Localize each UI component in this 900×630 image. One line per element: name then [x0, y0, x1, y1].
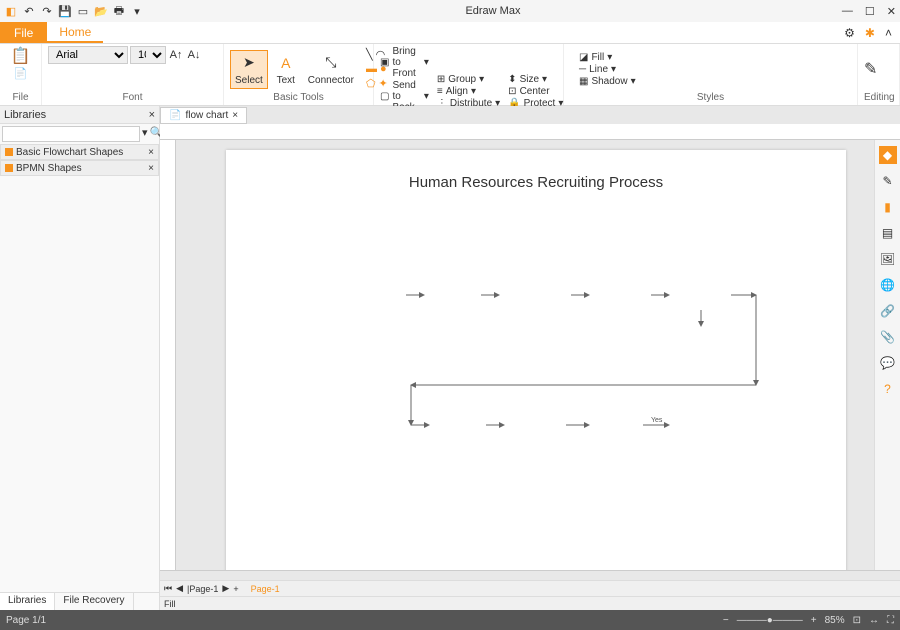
tool-help-icon[interactable]: ?: [879, 380, 897, 398]
page-label[interactable]: |Page-1: [187, 584, 218, 594]
page-prev-icon[interactable]: ◀: [176, 583, 183, 594]
fill-label: Fill: [164, 599, 176, 609]
lib-tab-recovery[interactable]: File Recovery: [55, 593, 133, 610]
view-width-icon[interactable]: ↔: [869, 615, 879, 626]
diagram-title: Human Resources Recruiting Process: [226, 150, 846, 191]
lib-category-basic[interactable]: Basic Flowchart Shapes×: [0, 144, 159, 160]
canvas[interactable]: Human Resources Recruiting Process: [176, 140, 874, 570]
align[interactable]: ≡ Align ▾: [437, 86, 500, 97]
lib-search-input[interactable]: [2, 126, 140, 142]
status-page: Page 1/1: [6, 615, 46, 626]
connector-tool[interactable]: ⤡Connector: [304, 51, 358, 88]
document-tab[interactable]: 📄 flow chart ×: [160, 107, 247, 124]
undo-icon[interactable]: ↶: [22, 4, 36, 18]
line-shape-icon[interactable]: ╲: [366, 48, 373, 61]
page-first-icon[interactable]: ⏮: [164, 583, 172, 594]
horizontal-ruler: [160, 124, 900, 140]
export-icon[interactable]: ▾: [130, 4, 144, 18]
page-alt[interactable]: Page-1: [251, 584, 280, 594]
increase-font-icon[interactable]: A↑: [168, 47, 184, 63]
menu-tab-home[interactable]: Home: [47, 22, 103, 43]
select-tool[interactable]: ➤Select: [230, 50, 268, 89]
minimize-icon[interactable]: —: [842, 5, 853, 18]
save-icon[interactable]: 💾: [58, 4, 72, 18]
maximize-icon[interactable]: ☐: [865, 5, 875, 18]
vertical-ruler: [160, 140, 176, 570]
collapse-ribbon-icon[interactable]: ˄: [885, 26, 892, 40]
font-size-select[interactable]: 10: [130, 46, 166, 64]
group[interactable]: ⊞ Group ▾: [437, 74, 500, 85]
zoom-value: 85%: [825, 615, 845, 626]
editing-icon[interactable]: ✎: [864, 59, 877, 79]
print-icon[interactable]: 🖶: [112, 4, 126, 18]
app-title: Edraw Max: [144, 5, 842, 17]
close-icon[interactable]: ✕: [887, 5, 896, 18]
tool-highlighter-icon[interactable]: ✎: [879, 172, 897, 190]
new-icon[interactable]: ▭: [76, 4, 90, 18]
clipboard-icon[interactable]: 📄: [14, 67, 28, 80]
settings-icon[interactable]: ⚙: [844, 26, 855, 40]
zoom-in-icon[interactable]: +: [811, 615, 817, 626]
lib-category-bpmn[interactable]: BPMN Shapes×: [0, 160, 159, 176]
open-icon[interactable]: 📂: [94, 4, 108, 18]
center[interactable]: ⊡ Center: [508, 86, 563, 97]
tool-comment-icon[interactable]: 💬: [879, 354, 897, 372]
file-menu[interactable]: File: [0, 22, 47, 43]
font-group-label: Font: [48, 92, 217, 105]
lib-dropdown-icon[interactable]: ▾: [142, 126, 148, 142]
view-full-icon[interactable]: ⛶: [887, 615, 894, 626]
view-fit-icon[interactable]: ⊡: [853, 615, 861, 626]
line-option[interactable]: ─ Line ▾: [579, 64, 636, 75]
styles-label: Styles: [570, 92, 851, 105]
svg-text:Yes: Yes: [651, 417, 663, 424]
page[interactable]: Human Resources Recruiting Process: [226, 150, 846, 570]
font-family-select[interactable]: Arial: [48, 46, 128, 64]
redo-icon[interactable]: ↷: [40, 4, 54, 18]
basic-tools-label: Basic Tools: [230, 92, 367, 105]
sync-icon[interactable]: ✱: [865, 26, 875, 40]
tool-clipart-icon[interactable]: 🌐: [879, 276, 897, 294]
text-tool[interactable]: AText: [272, 51, 300, 88]
lib-tab-libraries[interactable]: Libraries: [0, 593, 55, 610]
bring-to-front[interactable]: ▣ Bring to Front ▾: [380, 46, 429, 79]
tool-hyperlink-icon[interactable]: 🔗: [879, 302, 897, 320]
size[interactable]: ⬍ Size ▾: [508, 74, 563, 85]
tool-palette-icon[interactable]: ▮: [879, 198, 897, 216]
shadow-option[interactable]: ▦ Shadow ▾: [579, 76, 636, 87]
decrease-font-icon[interactable]: A↓: [186, 47, 202, 63]
tool-fill-icon[interactable]: ◆: [879, 146, 897, 164]
tool-attachment-icon[interactable]: 📎: [879, 328, 897, 346]
fill-option[interactable]: ◪ Fill ▾: [579, 52, 636, 63]
file-group-label: File: [6, 92, 35, 105]
app-logo-icon: ◧: [4, 4, 18, 18]
doc-tab-close-icon[interactable]: ×: [232, 110, 238, 121]
editing-label: Editing: [864, 92, 893, 105]
page-add-icon[interactable]: +: [233, 584, 238, 594]
zoom-slider[interactable]: ———●———: [737, 615, 803, 626]
page-next-icon[interactable]: ▶: [222, 583, 229, 594]
zoom-out-icon[interactable]: −: [723, 615, 729, 626]
tool-layers-icon[interactable]: ▤: [879, 224, 897, 242]
tool-image-icon[interactable]: 🖼: [879, 250, 897, 268]
lib-close-icon[interactable]: ×: [149, 109, 155, 121]
paste-icon[interactable]: 📋: [11, 46, 31, 66]
libraries-title: Libraries: [4, 109, 46, 121]
